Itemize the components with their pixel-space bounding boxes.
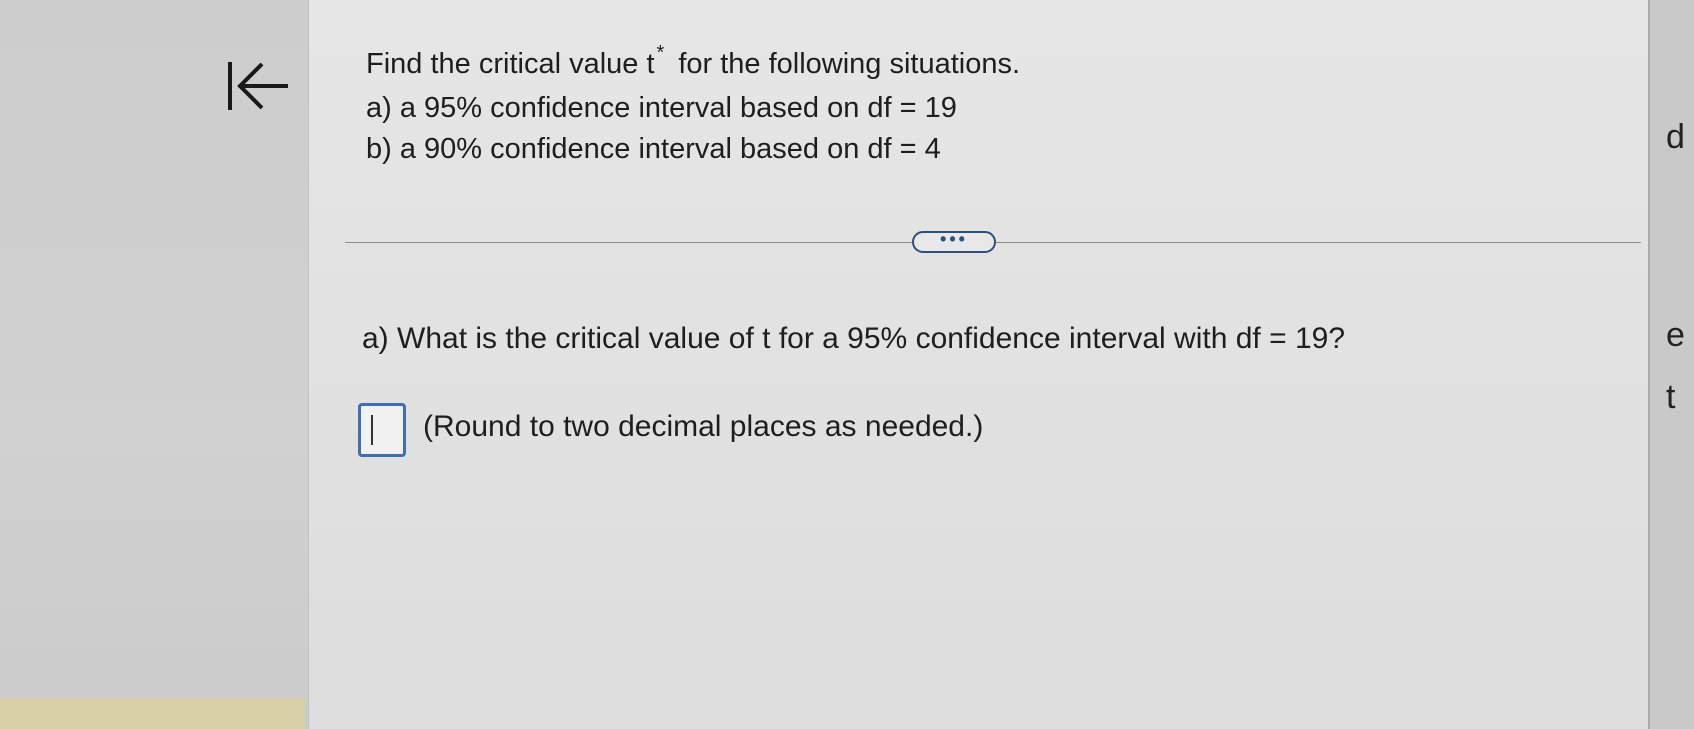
question-part-b: b) a 90% confidence interval based on df…: [366, 133, 941, 165]
question-intro-prefix: Find the critical value t: [366, 48, 655, 80]
back-to-start-button[interactable]: [224, 56, 294, 116]
question-intro: Find the critical value t * for the follow…: [366, 42, 1021, 88]
edge-glyph-2: e: [1666, 316, 1685, 354]
subquestion-text: a) What is the critical value of t for a…: [362, 322, 1345, 355]
edge-glyph-3: t: [1666, 378, 1676, 416]
text-cursor: [371, 415, 373, 445]
arrow-left-to-line-icon: [228, 62, 288, 110]
answer-input[interactable]: [358, 403, 406, 457]
question-part-a: a) a 95% confidence interval based on df…: [366, 92, 957, 124]
edge-glyph-1: d: [1666, 118, 1685, 156]
t-star-superscript: *: [656, 42, 665, 64]
answer-hint: (Round to two decimal places as needed.): [423, 410, 984, 443]
sidebar-footer-strip: [0, 698, 305, 729]
expand-more-button[interactable]: •••: [912, 230, 996, 253]
question-text: Find the critical value t * for the follow…: [366, 42, 1021, 170]
side-panel-edge: [1648, 0, 1694, 729]
question-intro-suffix: for the following situations.: [678, 48, 1021, 80]
